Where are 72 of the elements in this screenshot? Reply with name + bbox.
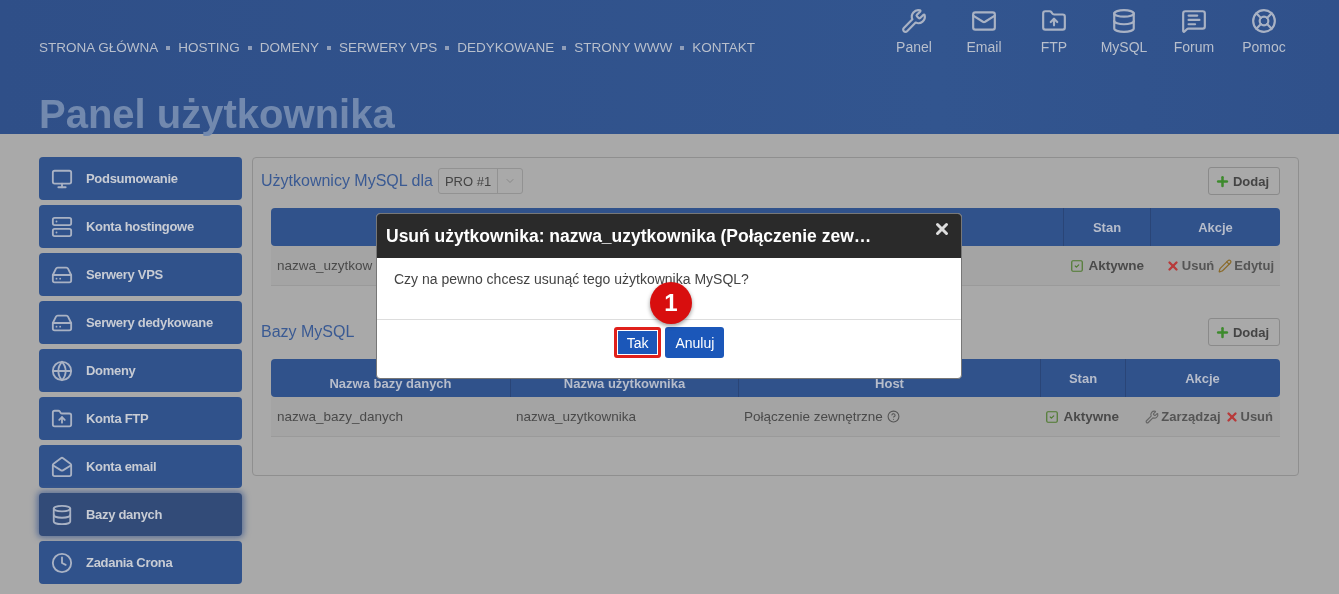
section-title: Bazy MySQL: [261, 323, 355, 341]
nav-link[interactable]: STRONY WWW: [574, 40, 673, 55]
sidebar-item[interactable]: Domeny: [39, 349, 242, 392]
section-title: Użytkownicy MySQL dla: [261, 172, 433, 190]
action-link[interactable]: Edytuj: [1218, 258, 1274, 273]
lifebuoy-icon: [1251, 8, 1277, 34]
action-link[interactable]: Usuń: [1165, 258, 1215, 273]
nav-link[interactable]: DEDYKOWANE: [457, 40, 555, 55]
table-cell: Połączenie zewnętrzne: [744, 409, 883, 424]
table-cell: nazwa_bazy_danych: [277, 409, 404, 424]
table-cell: nazwa_uzytkownika: [516, 409, 637, 424]
nav-link[interactable]: SERWERY VPS: [339, 40, 438, 55]
column-header: Host: [875, 375, 904, 391]
folder-icon: [1041, 8, 1067, 34]
check-icon: [1045, 409, 1060, 424]
help-icon[interactable]: [886, 410, 900, 423]
action-link[interactable]: Zarządzaj: [1145, 409, 1221, 424]
chat-icon: [1181, 8, 1207, 34]
nav-link[interactable]: KONTAKT: [692, 40, 756, 55]
nav-link[interactable]: DOMENY: [259, 40, 320, 55]
cross-icon: [1165, 258, 1180, 273]
action-link[interactable]: Usuń: [1224, 409, 1273, 424]
column-header: Nazwa użytkownika: [563, 375, 686, 391]
close-button[interactable]: [933, 220, 951, 238]
cross-icon: [1224, 409, 1239, 424]
status-label: Aktywne: [1088, 258, 1144, 273]
quick-link[interactable]: FTP: [1019, 8, 1089, 55]
quick-link[interactable]: Email: [949, 8, 1019, 55]
clock-icon: [51, 551, 73, 574]
pencil-icon: [1218, 258, 1233, 273]
column-header: Stan: [1092, 219, 1122, 235]
wrench-icon: [901, 8, 927, 34]
status-label: Aktywne: [1063, 409, 1119, 424]
folder-icon: [51, 407, 73, 430]
database-icon: [1111, 8, 1137, 34]
mail-icon: [971, 8, 997, 34]
sidebar-item[interactable]: Serwery dedykowane: [39, 301, 242, 344]
quick-link[interactable]: MySQL: [1089, 8, 1159, 55]
plus-icon: [1214, 173, 1230, 189]
plus-icon: [1214, 324, 1230, 340]
add-button[interactable]: Dodaj: [1207, 167, 1280, 195]
wrench-icon: [1145, 409, 1160, 424]
database-icon: [51, 503, 73, 526]
dialog-title: Usuń użytkownika: nazwa_uzytkownika (Połączenie zew…: [386, 225, 872, 247]
nav-link[interactable]: HOSTING: [178, 40, 240, 55]
table-cell: nazwa_uzytkow: [277, 258, 373, 273]
sidebar-item[interactable]: Bazy danych: [39, 493, 242, 536]
add-button[interactable]: Dodaj: [1207, 318, 1280, 346]
envelope-icon: [51, 455, 73, 478]
sidebar-item[interactable]: Konta email: [39, 445, 242, 488]
sidebar-item[interactable]: Serwery VPS: [39, 253, 242, 296]
sidebar-item[interactable]: Konta FTP: [39, 397, 242, 440]
server-icon: [51, 215, 73, 238]
monitor-icon: [51, 167, 73, 190]
quick-link[interactable]: Forum: [1159, 8, 1229, 55]
sidebar-item[interactable]: Podsumowanie: [39, 157, 242, 200]
sidebar-item[interactable]: Zadania Crona: [39, 541, 242, 584]
close-icon: [933, 220, 951, 238]
globe-icon: [51, 359, 73, 382]
column-header: Akcje: [1185, 370, 1220, 386]
dialog-button[interactable]: Anuluj: [665, 327, 725, 358]
column-header: Akcje: [1198, 219, 1233, 235]
nav-link[interactable]: STRONA GŁÓWNA: [39, 40, 159, 55]
page-title: Panel użytkownika: [38, 91, 396, 134]
column-header: Stan: [1068, 370, 1098, 386]
account-select[interactable]: PRO #1: [437, 168, 524, 194]
quick-link[interactable]: Panel: [879, 8, 949, 55]
column-header: Nazwa bazy danych: [329, 375, 452, 391]
quick-link[interactable]: Pomoc: [1229, 8, 1299, 55]
sidebar-item[interactable]: Konta hostingowe: [39, 205, 242, 248]
dialog-button[interactable]: Tak: [613, 327, 662, 358]
check-icon: [1070, 258, 1085, 273]
